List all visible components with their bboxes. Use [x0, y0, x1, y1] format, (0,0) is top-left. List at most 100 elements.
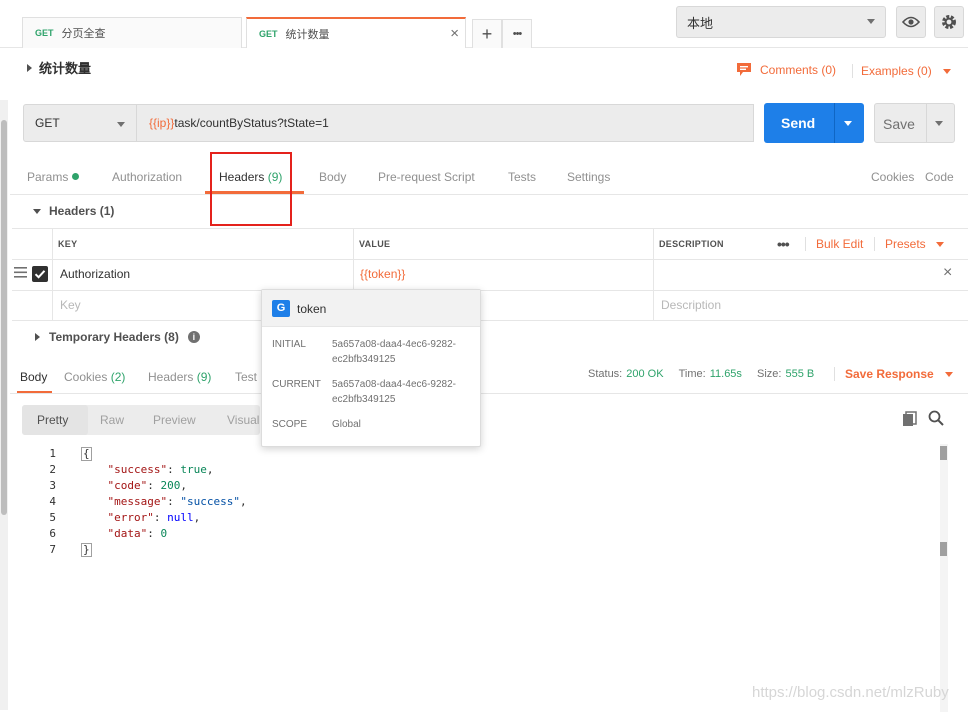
scope-value: Global	[332, 419, 361, 430]
divider	[834, 103, 835, 143]
annotation-highlight-box	[210, 152, 292, 226]
temporary-headers-toggle[interactable]: Temporary Headers (8) i	[35, 330, 200, 344]
json-value: 0	[160, 527, 168, 540]
request-title[interactable]: 统计数量	[27, 58, 91, 77]
tab-settings[interactable]: Settings	[567, 170, 610, 184]
header-enabled-checkbox[interactable]	[32, 266, 48, 282]
header-value-field[interactable]: {{token}}	[360, 267, 405, 281]
initial-label: INITIAL	[272, 339, 306, 350]
json-key: "success"	[107, 463, 168, 476]
comment-icon	[737, 63, 751, 76]
close-icon[interactable]: ×	[943, 264, 952, 282]
tab-params[interactable]: Params	[27, 170, 79, 184]
save-response-label: Save Response	[845, 367, 934, 381]
line-number: 5	[49, 511, 56, 524]
code-line: "message": "success",	[107, 495, 247, 508]
examples-dropdown[interactable]: Examples (0)	[852, 64, 952, 78]
view-tab-preview[interactable]: Preview	[153, 413, 196, 427]
global-scope-icon: G	[272, 300, 290, 317]
copy-icon[interactable]	[902, 411, 918, 430]
tab-paging-query[interactable]: GET 分页全查	[22, 17, 242, 48]
chevron-down-icon[interactable]	[844, 121, 852, 126]
tab-prerequest-script[interactable]: Pre-request Script	[378, 170, 475, 184]
current-value: 5a657a08-daa4-4ec6-9282-ec2bfb349125	[332, 379, 456, 405]
url-input[interactable]: {{ip}} task/countByStatus?tState=1	[137, 104, 754, 142]
environment-settings-button[interactable]	[934, 6, 964, 38]
left-scrollbar-thumb[interactable]	[1, 120, 7, 515]
chevron-down-icon	[117, 122, 125, 127]
header-key-field[interactable]: Authorization	[60, 267, 130, 281]
presets-label: Presets	[885, 237, 926, 251]
tab-body[interactable]: Body	[319, 170, 346, 184]
caret-right-icon	[35, 333, 40, 341]
environment-value: 本地	[687, 15, 714, 31]
line-number: 4	[49, 495, 56, 508]
add-tab-button[interactable]: +	[472, 19, 502, 48]
comments-button[interactable]: Comments (0)	[736, 62, 836, 77]
json-key: "code"	[107, 479, 148, 492]
new-description-field[interactable]: Description	[661, 298, 721, 312]
chevron-down-icon	[867, 19, 875, 24]
response-tab-body[interactable]: Body	[20, 370, 47, 384]
cookies-link[interactable]: Cookies	[871, 170, 914, 184]
code-line: }	[81, 543, 92, 557]
response-tab-headers[interactable]: Headers (9)	[148, 370, 211, 384]
send-button[interactable]: Send	[764, 103, 864, 143]
examples-label: Examples (0)	[861, 64, 932, 78]
code-line: "error": null,	[107, 511, 201, 524]
code-link[interactable]: Code	[925, 170, 954, 184]
tab-options-button[interactable]: •••	[502, 19, 532, 48]
environment-select[interactable]: 本地	[676, 6, 886, 38]
json-comma: ,	[206, 463, 214, 476]
chevron-down-icon[interactable]	[935, 121, 943, 126]
chevron-down-icon	[943, 69, 952, 74]
eye-icon	[902, 16, 920, 28]
code-scrollbar-thumb[interactable]	[940, 446, 947, 460]
divider	[52, 229, 53, 321]
environment-quick-look-button[interactable]	[896, 6, 926, 38]
json-value: 200	[160, 479, 181, 492]
status-value[interactable]: 200 OK	[626, 368, 663, 380]
save-response-dropdown[interactable]: Save Response	[834, 367, 954, 381]
column-header-value: VALUE	[359, 239, 391, 249]
status-label: Status:	[588, 368, 623, 380]
headers-section-toggle[interactable]: Headers (1)	[33, 204, 114, 218]
tab-method: GET	[35, 28, 54, 38]
column-header-description: DESCRIPTION	[659, 239, 724, 249]
line-number: 6	[49, 527, 56, 540]
view-tab-pretty[interactable]: Pretty	[37, 413, 68, 427]
save-label: Save	[883, 116, 915, 132]
response-tab-tests[interactable]: Test	[235, 370, 257, 384]
presets-dropdown[interactable]: Presets	[874, 237, 945, 251]
code-scrollbar[interactable]	[940, 444, 948, 712]
close-icon[interactable]: ×	[450, 25, 459, 42]
tab-method: GET	[259, 28, 278, 39]
line-number: 7	[49, 543, 56, 556]
check-icon	[34, 270, 46, 279]
json-comma: ,	[180, 479, 187, 492]
method-select[interactable]: GET	[23, 104, 137, 142]
view-tab-visualize[interactable]: Visual	[227, 413, 259, 427]
save-button[interactable]: Save	[874, 103, 955, 143]
caret-right-icon	[27, 64, 32, 72]
more-icon[interactable]: •••	[777, 236, 790, 252]
tab-count-stats[interactable]: GET 统计数量 ×	[246, 17, 466, 48]
divider	[12, 259, 968, 260]
new-key-field[interactable]: Key	[60, 298, 81, 312]
view-tab-raw[interactable]: Raw	[100, 413, 124, 427]
line-number: 1	[49, 447, 56, 460]
info-icon[interactable]: i	[187, 331, 200, 343]
time-value[interactable]: 11.65s	[710, 368, 742, 380]
size-value[interactable]: 555 B	[785, 368, 814, 380]
initial-value: 5a657a08-daa4-4ec6-9282-ec2bfb349125	[332, 339, 456, 365]
drag-handle-icon[interactable]	[14, 267, 27, 281]
tab-tests[interactable]: Tests	[508, 170, 536, 184]
url-variable: {{ip}}	[149, 116, 175, 130]
bulk-edit-link[interactable]: Bulk Edit	[805, 237, 863, 251]
json-comma: ,	[239, 495, 247, 508]
chevron-down-icon	[936, 242, 945, 247]
tab-authorization[interactable]: Authorization	[112, 170, 182, 184]
cookies-tab-label: Cookies	[64, 370, 108, 384]
search-icon[interactable]	[928, 410, 944, 429]
response-tab-cookies[interactable]: Cookies (2)	[64, 370, 125, 384]
